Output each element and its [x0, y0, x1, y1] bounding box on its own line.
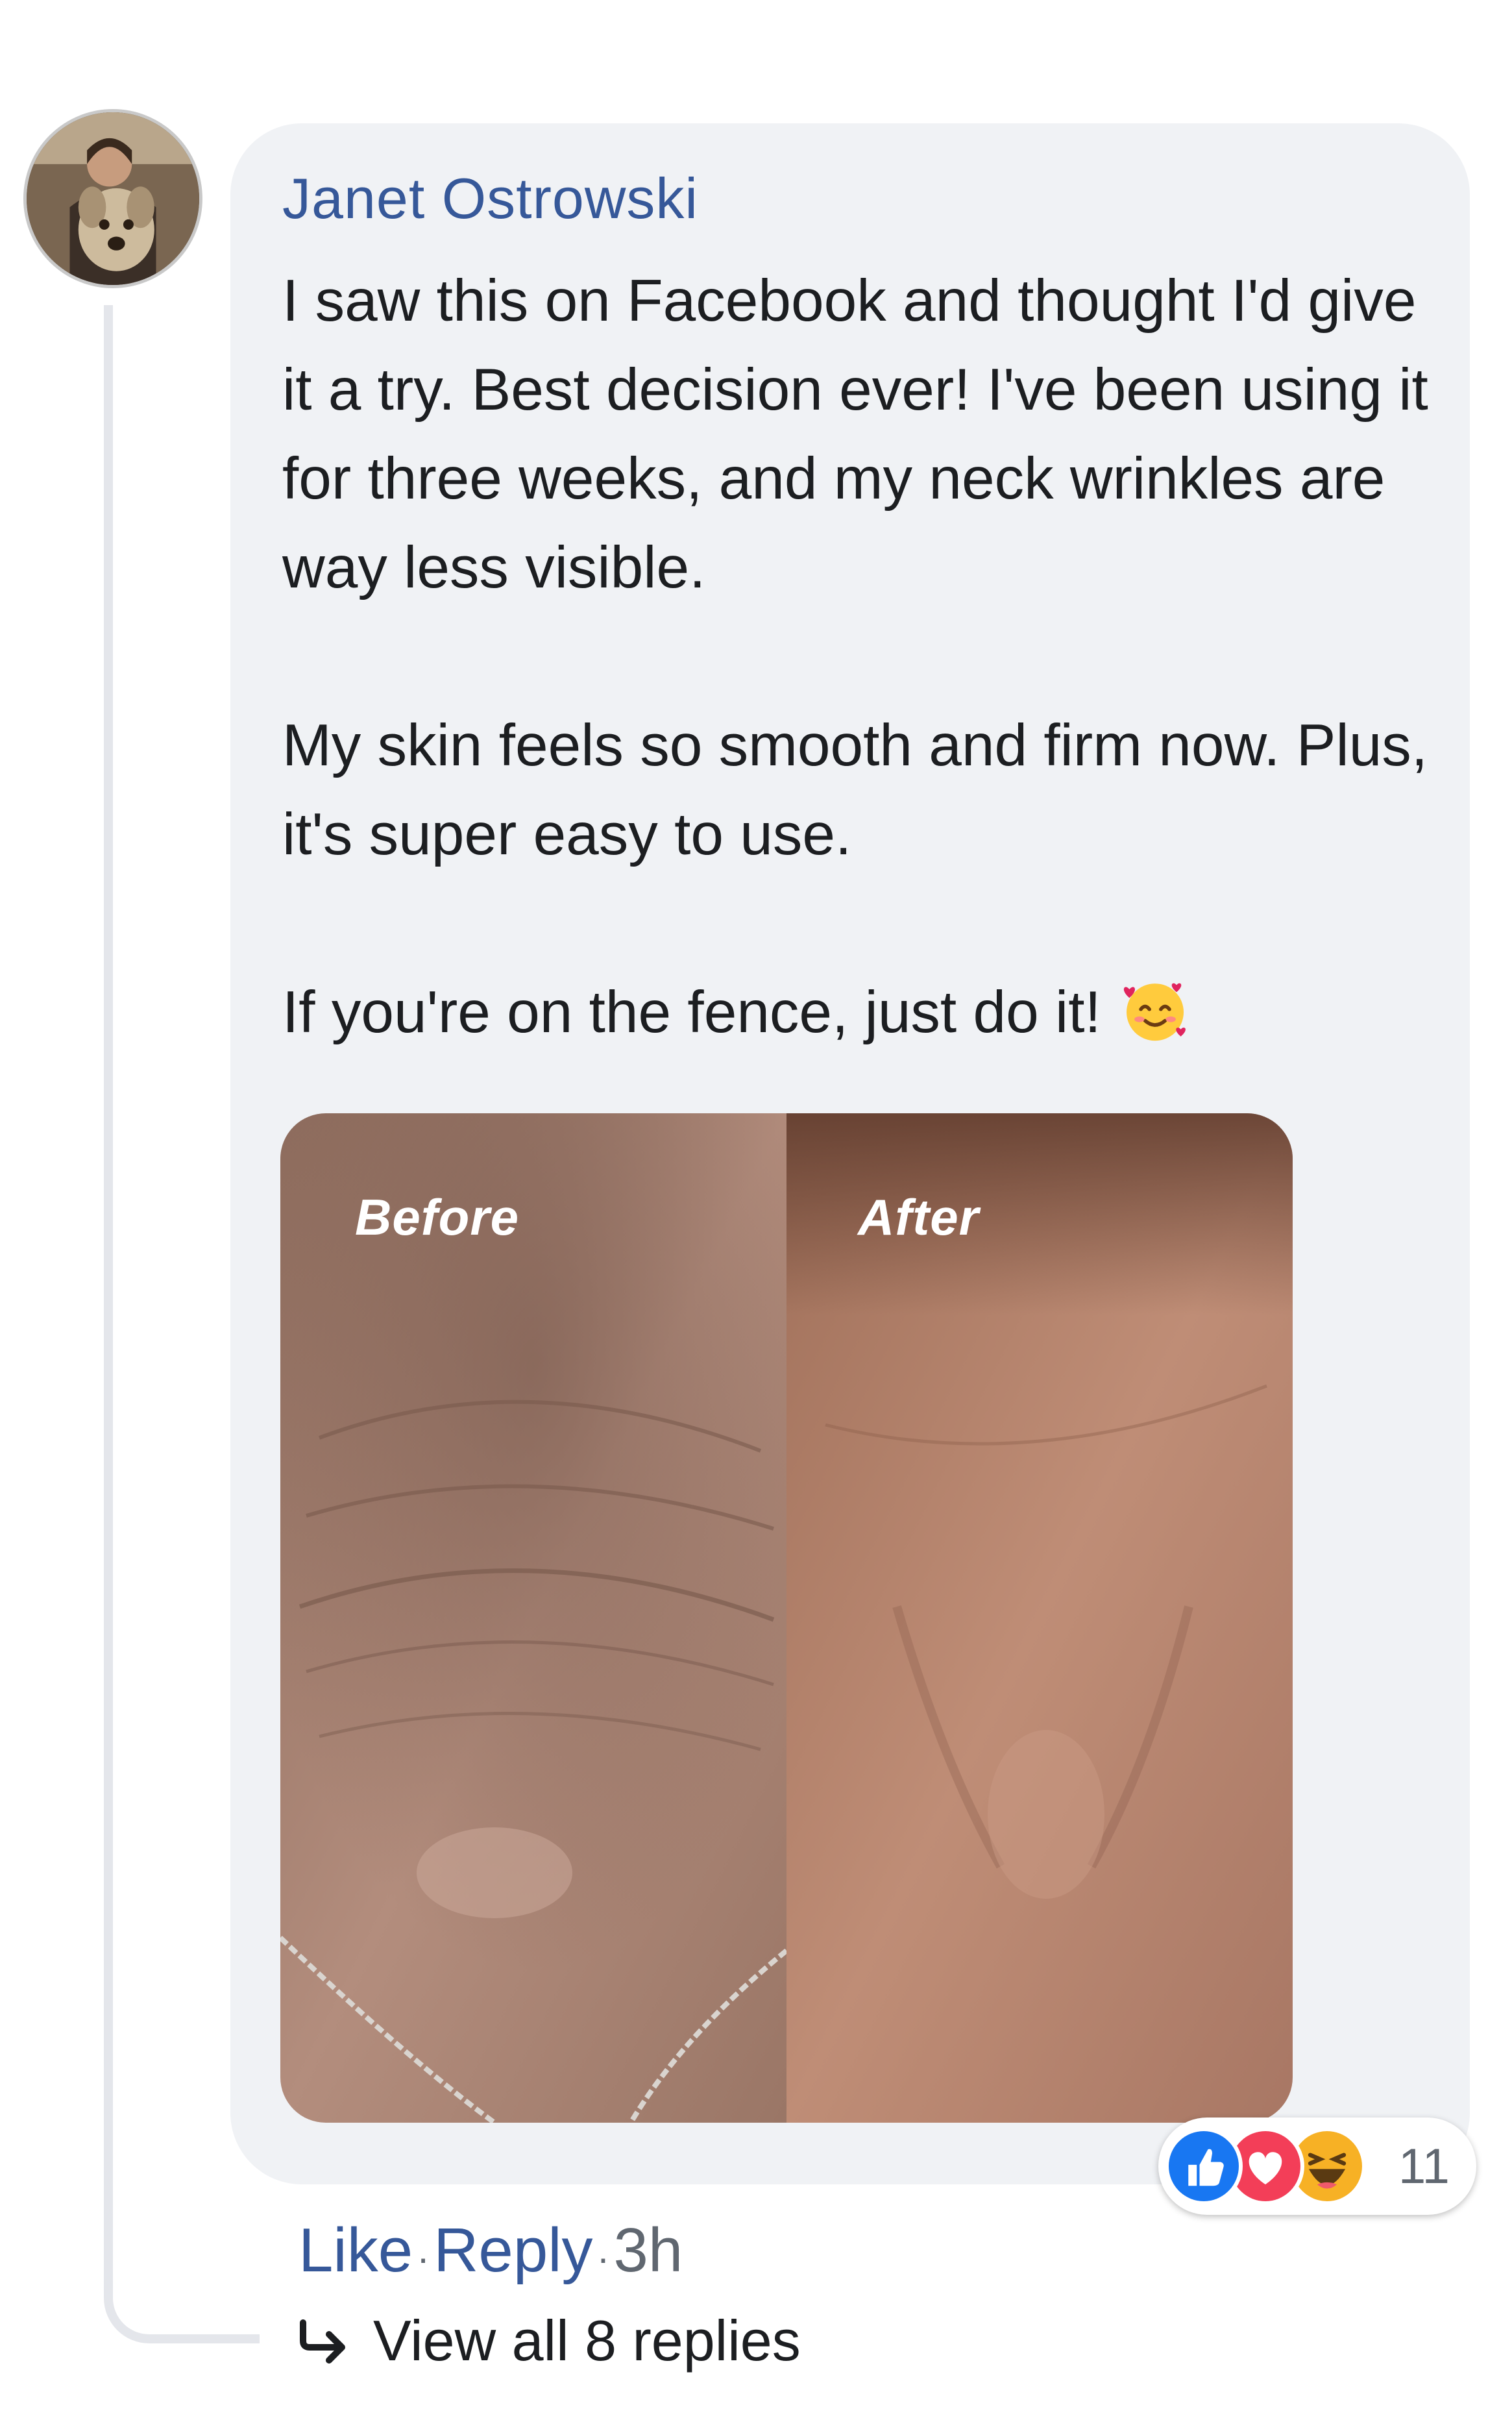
before-image: Before [280, 1113, 786, 2123]
like-icon [1165, 2127, 1243, 2205]
separator-dot: · [596, 2236, 610, 2280]
reactions-summary[interactable]: 11 [1158, 2118, 1476, 2215]
reaction-count: 11 [1398, 2139, 1450, 2194]
comment-author[interactable]: Janet Ostrowski [282, 166, 698, 232]
separator-dot: · [417, 2236, 430, 2280]
smiling-face-with-hearts-icon [1119, 975, 1191, 1046]
reply-link[interactable]: Reply [433, 2216, 592, 2285]
view-replies-label: View all 8 replies [373, 2308, 801, 2373]
after-image: After [786, 1113, 1293, 2123]
before-after-photo[interactable]: Before After [280, 1113, 1293, 2123]
comment-actions: Like ·Reply ·3h [299, 2215, 683, 2286]
avatar[interactable] [23, 109, 202, 288]
comment-paragraph-3: If you're on the fence, just do it! [282, 968, 1450, 1057]
before-label: Before [355, 1189, 520, 1246]
like-link[interactable]: Like [299, 2216, 413, 2285]
after-label: After [858, 1189, 980, 1246]
view-replies-link[interactable]: View all 8 replies [295, 2308, 801, 2374]
timestamp[interactable]: 3h [614, 2216, 683, 2285]
comment-text: I saw this on Facebook and thought I'd g… [282, 256, 1450, 1057]
comment-paragraph-1: I saw this on Facebook and thought I'd g… [282, 268, 1428, 600]
reply-arrow-icon [295, 2312, 354, 2364]
comment-paragraph-3-text: If you're on the fence, just do it! [282, 980, 1101, 1045]
comment-paragraph-2: My skin feels so smooth and firm now. Pl… [282, 713, 1428, 867]
avatar-photo [27, 112, 199, 285]
